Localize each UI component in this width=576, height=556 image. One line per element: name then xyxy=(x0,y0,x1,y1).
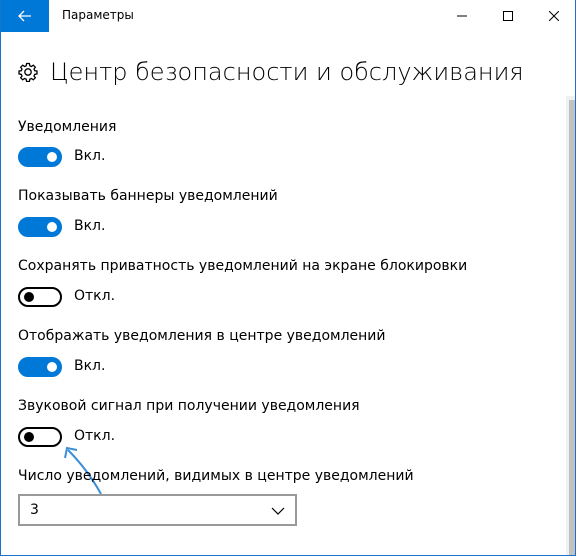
sound-toggle[interactable] xyxy=(18,427,62,447)
lockscreen-privacy-state: Откл. xyxy=(74,288,116,304)
minimize-icon xyxy=(457,15,467,17)
visible-count-dropdown[interactable]: 3 xyxy=(18,494,297,526)
page-heading: Центр безопасности и обслуживания xyxy=(17,58,524,86)
notifications-label: Уведомления xyxy=(18,119,117,135)
window-title: Параметры xyxy=(62,8,134,22)
sound-state: Откл. xyxy=(74,428,116,444)
notifications-toggle[interactable] xyxy=(18,147,62,167)
page-title: Центр безопасности и обслуживания xyxy=(50,58,524,86)
maximize-button[interactable] xyxy=(485,0,531,32)
lockscreen-privacy-toggle[interactable] xyxy=(18,287,62,307)
sound-label: Звуковой сигнал при получении уведомлени… xyxy=(18,398,360,414)
scrollbar[interactable] xyxy=(566,96,575,555)
arrow-left-icon xyxy=(18,10,31,22)
dropdown-value: 3 xyxy=(30,502,39,518)
back-button[interactable] xyxy=(1,0,49,32)
visible-count-label: Число уведомлений, видимых в центре увед… xyxy=(18,468,414,484)
action-center-label: Отображать уведомления в центре уведомле… xyxy=(18,328,386,344)
chevron-down-icon xyxy=(271,507,285,515)
toggle-knob xyxy=(24,432,34,442)
action-center-toggle[interactable] xyxy=(18,357,62,377)
close-icon xyxy=(549,11,559,21)
minimize-button[interactable] xyxy=(439,0,485,32)
gear-icon xyxy=(17,61,39,83)
title-bar: Параметры xyxy=(1,0,575,32)
close-button[interactable] xyxy=(531,0,575,32)
banners-label: Показывать баннеры уведомлений xyxy=(18,188,278,204)
banners-toggle[interactable] xyxy=(18,217,62,237)
toggle-knob xyxy=(47,152,57,162)
action-center-state: Вкл. xyxy=(74,358,106,374)
banners-state: Вкл. xyxy=(74,218,106,234)
toggle-knob xyxy=(47,362,57,372)
notifications-state: Вкл. xyxy=(74,148,106,164)
lockscreen-privacy-label: Сохранять приватность уведомлений на экр… xyxy=(18,258,468,274)
settings-window: Параметры Центр безопасности и обслужива… xyxy=(0,0,576,556)
toggle-knob xyxy=(47,222,57,232)
maximize-icon xyxy=(503,11,513,21)
toggle-knob xyxy=(24,292,34,302)
scrollbar-thumb[interactable] xyxy=(569,100,575,555)
